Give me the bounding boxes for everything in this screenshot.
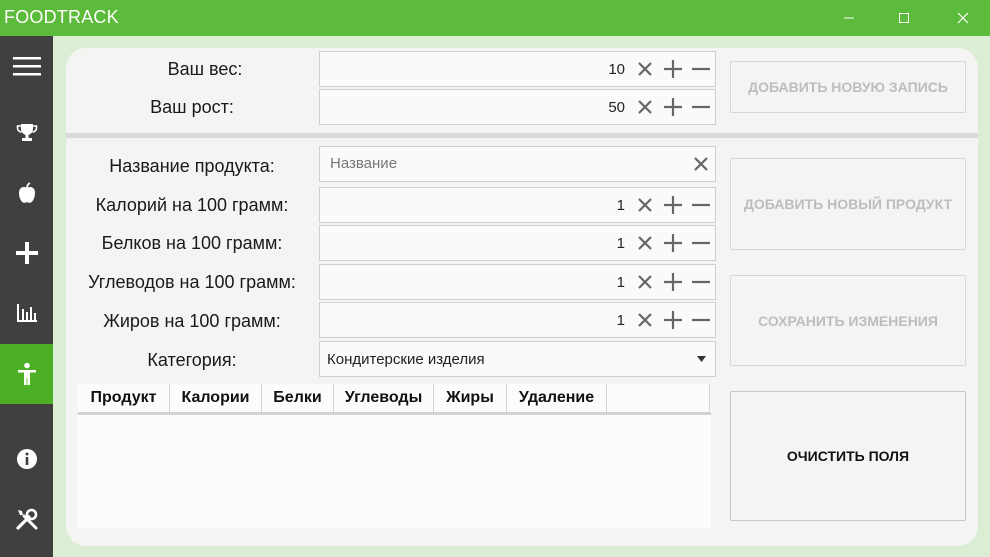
sidebar-item-profile[interactable]: [0, 344, 53, 404]
sidebar: [0, 36, 53, 557]
weight-field[interactable]: 10: [319, 51, 716, 87]
clear-icon[interactable]: [635, 272, 655, 292]
close-button[interactable]: [940, 0, 986, 36]
carbs-field[interactable]: 1: [319, 264, 716, 300]
protein-value: 1: [616, 235, 625, 252]
column-header-empty: [607, 384, 710, 412]
decrement-icon[interactable]: [691, 310, 711, 330]
minimize-button[interactable]: [826, 0, 872, 36]
product-name-placeholder: Название: [330, 155, 398, 172]
fat-field[interactable]: 1: [319, 302, 716, 338]
fat-label: Жиров на 100 грамм:: [103, 311, 281, 331]
column-header-fat[interactable]: Жиры: [434, 384, 507, 412]
calories-value: 1: [616, 197, 625, 214]
column-header-carbs[interactable]: Углеводы: [334, 384, 434, 412]
clear-icon[interactable]: [635, 233, 655, 253]
products-table: Продукт Калории Белки Углеводы Жиры Удал…: [78, 384, 711, 528]
protein-field[interactable]: 1: [319, 225, 716, 261]
height-label: Ваш рост:: [150, 97, 234, 117]
column-header-delete[interactable]: Удаление: [507, 384, 607, 412]
decrement-icon[interactable]: [691, 272, 711, 292]
sidebar-item-add[interactable]: [0, 223, 53, 283]
bar-chart-icon: [16, 304, 37, 322]
decrement-icon[interactable]: [691, 195, 711, 215]
decrement-icon[interactable]: [691, 97, 711, 117]
increment-icon[interactable]: [663, 310, 683, 330]
sidebar-item-settings[interactable]: [0, 489, 53, 549]
plus-icon: [15, 242, 38, 264]
sidebar-item-menu[interactable]: [0, 36, 53, 96]
increment-icon[interactable]: [663, 59, 683, 79]
apple-icon: [18, 182, 35, 203]
product-name-label: Название продукта:: [109, 156, 275, 176]
category-select[interactable]: Кондитерские изделия: [319, 341, 716, 377]
person-icon: [17, 362, 36, 385]
decrement-icon[interactable]: [691, 59, 711, 79]
calories-label: Калорий на 100 грамм:: [95, 195, 289, 215]
sidebar-item-achievements[interactable]: [0, 103, 53, 163]
column-header-product[interactable]: Продукт: [78, 384, 170, 412]
maximize-icon: [899, 13, 909, 23]
clear-icon[interactable]: [635, 97, 655, 117]
category-label: Категория:: [147, 350, 237, 370]
height-value: 50: [608, 99, 625, 116]
increment-icon[interactable]: [663, 97, 683, 117]
product-name-field[interactable]: Название: [319, 146, 716, 182]
calories-field[interactable]: 1: [319, 187, 716, 223]
height-field[interactable]: 50: [319, 89, 716, 125]
clear-icon[interactable]: [635, 59, 655, 79]
minimize-icon: [844, 17, 854, 19]
carbs-label: Углеводов на 100 грамм:: [88, 272, 296, 292]
decrement-icon[interactable]: [691, 233, 711, 253]
column-header-calories[interactable]: Калории: [170, 384, 262, 412]
category-selected-value: Кондитерские изделия: [327, 351, 485, 368]
column-header-protein[interactable]: Белки: [262, 384, 334, 412]
increment-icon[interactable]: [663, 272, 683, 292]
clear-icon[interactable]: [635, 310, 655, 330]
trophy-icon: [16, 124, 37, 141]
tools-icon: [15, 508, 37, 530]
app-title: FOODTRACK: [4, 7, 119, 27]
increment-icon[interactable]: [663, 195, 683, 215]
close-icon: [957, 12, 969, 24]
increment-icon[interactable]: [663, 233, 683, 253]
fat-value: 1: [616, 312, 625, 329]
carbs-value: 1: [616, 274, 625, 291]
add-entry-button[interactable]: ДОБАВИТЬ НОВУЮ ЗАПИСЬ: [730, 61, 966, 113]
maximize-button[interactable]: [881, 0, 927, 36]
hamburger-menu-icon: [12, 57, 41, 76]
add-product-button[interactable]: ДОБАВИТЬ НОВЫЙ ПРОДУКТ: [730, 158, 966, 250]
table-header: Продукт Калории Белки Углеводы Жиры Удал…: [78, 384, 711, 415]
save-changes-button[interactable]: СОХРАНИТЬ ИЗМЕНЕНИЯ: [730, 275, 966, 366]
clear-fields-button[interactable]: ОЧИСТИТЬ ПОЛЯ: [730, 391, 966, 521]
weight-value: 10: [608, 61, 625, 78]
sidebar-item-statistics[interactable]: [0, 283, 53, 343]
title-bar: FOODTRACK: [0, 0, 990, 36]
clear-icon[interactable]: [635, 195, 655, 215]
section-divider: [66, 133, 978, 138]
sidebar-item-info[interactable]: [0, 429, 53, 489]
sidebar-item-food[interactable]: [0, 163, 53, 223]
protein-label: Белков на 100 грамм:: [101, 233, 283, 253]
chevron-down-icon: [697, 356, 706, 362]
info-icon: [16, 449, 37, 469]
weight-label: Ваш вес:: [167, 59, 243, 79]
clear-icon[interactable]: [691, 154, 711, 174]
